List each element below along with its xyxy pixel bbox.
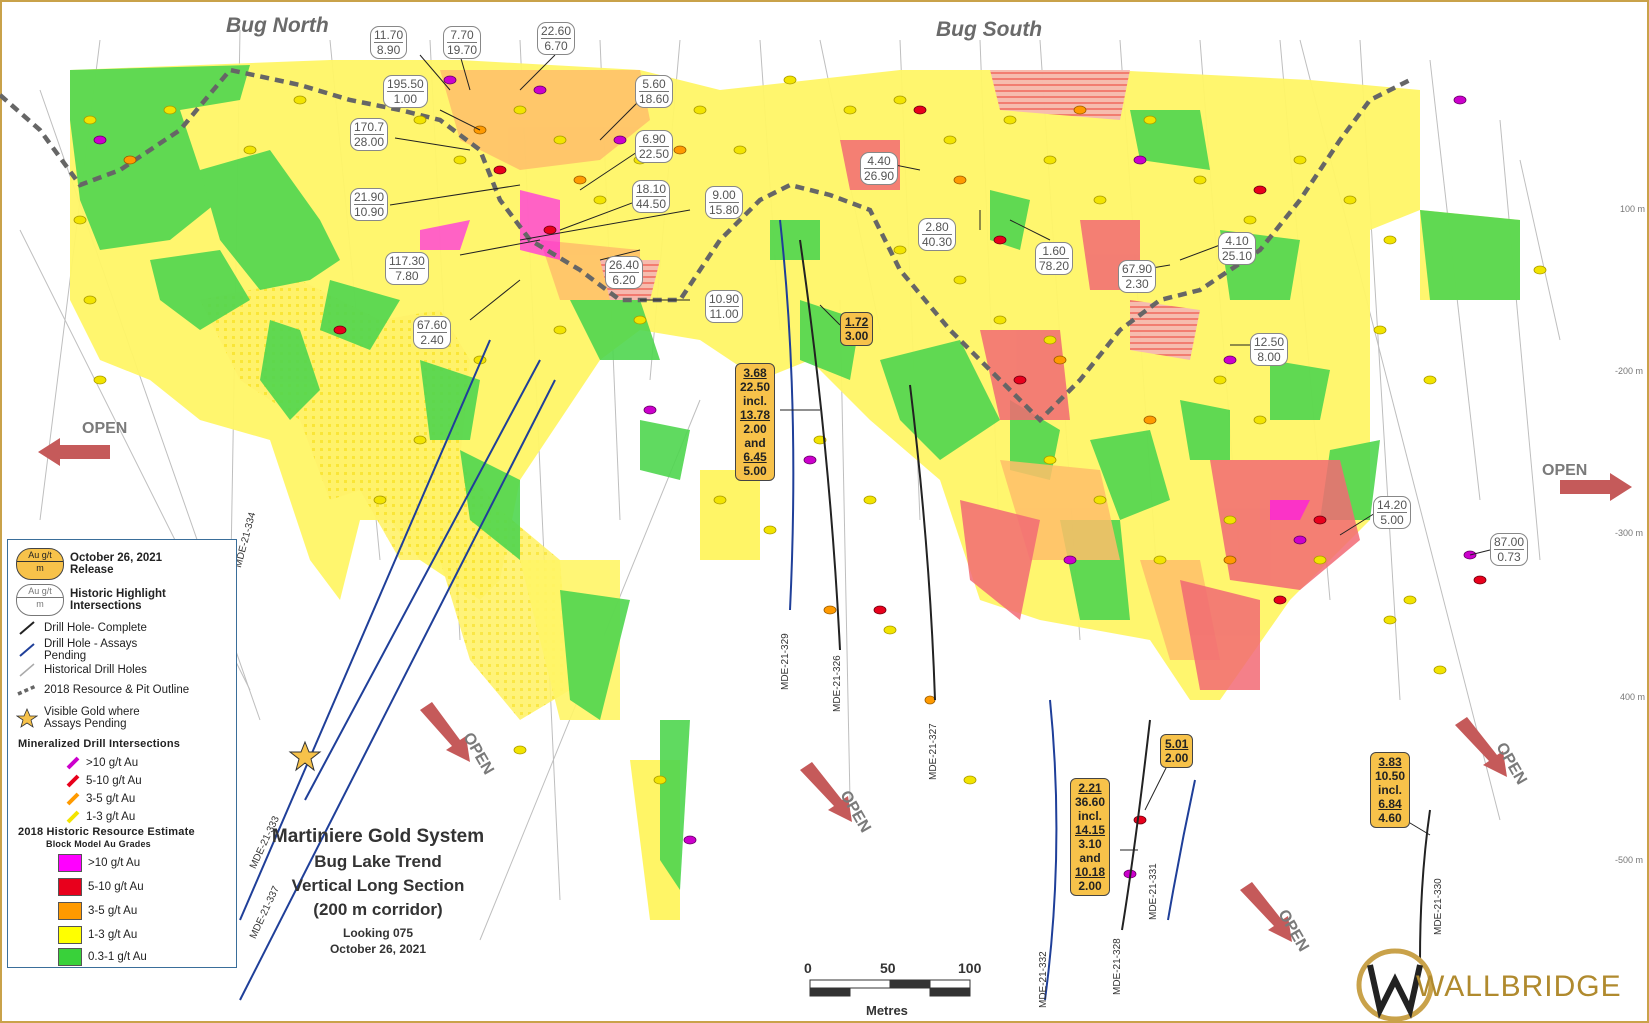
historic-highlight-label: 5.60 18.60 <box>635 75 674 108</box>
legend-resource-subtitle: Block Model Au Grades <box>46 839 151 849</box>
historic-highlight-label: 10.90 11.00 <box>705 290 744 323</box>
historic-highlight-label: 18.10 44.50 <box>632 180 671 213</box>
open-label: OPEN <box>82 420 128 437</box>
release-label: 5.01 2.00 <box>1160 734 1194 768</box>
historic-highlight-label: 195.50 1.00 <box>383 75 428 108</box>
elevation-label: -300 m <box>1615 528 1644 538</box>
historic-highlight-label: 22.60 6.70 <box>537 22 576 55</box>
release-icon: Au g/t m <box>16 548 64 580</box>
legend-mineralized-gt10: >10 g/t Au <box>66 756 138 770</box>
legend-mineralized-5-10: 5-10 g/t Au <box>66 774 142 788</box>
map-view-direction: Looking 075 <box>342 926 413 940</box>
scale-unit: Metres <box>866 1003 908 1018</box>
historic-highlight-label: 2.80 40.30 <box>918 218 957 251</box>
historic-highlight-label: 14.20 5.00 <box>1373 496 1412 529</box>
legend-grade-3-5: 3-5 g/t Au <box>58 902 137 920</box>
historic-highlight-label: 21.90 10.90 <box>350 188 389 221</box>
map-title: Martiniere Gold System <box>271 826 485 847</box>
historic-highlight-label: 11.70 8.90 <box>370 26 408 59</box>
map-subtitle-trend: Bug Lake Trend <box>314 852 442 871</box>
title-block: Martiniere Gold System Bug Lake Trend Ve… <box>258 826 498 956</box>
historic-highlight-label: 12.50 8.00 <box>1250 333 1289 366</box>
legend-historical-holes: Historical Drill Holes <box>16 662 147 678</box>
legend-drill-complete: Drill Hole- Complete <box>16 620 147 636</box>
elevation-label: 100 m <box>1620 204 1646 214</box>
drill-hole-label: MDE-21-326 <box>832 655 843 712</box>
historic-highlight-label: 170.7 28.00 <box>350 118 389 151</box>
heading-bug-north: Bug North <box>226 14 329 37</box>
historic-highlight-label: 87.00 0.73 <box>1490 533 1529 566</box>
legend-resource-outline: 2018 Resource & Pit Outline <box>16 682 189 698</box>
legend-drill-pending: Drill Hole - Assays Pending <box>16 638 164 662</box>
drill-hole-label: MDE-21-328 <box>1112 938 1123 995</box>
historic-highlight-label: 9.00 15.80 <box>705 186 744 219</box>
legend-mineralized-title: Mineralized Drill Intersections <box>18 738 181 750</box>
elevation-label: -200 m <box>1615 366 1644 376</box>
legend-grade-03-1: 0.3-1 g/t Au <box>58 948 147 966</box>
open-label: OPEN <box>1542 462 1588 479</box>
resource-block-model <box>70 60 1520 920</box>
release-label: 2.21 36.60 incl. 14.15 3.10 and 10.18 2.00 <box>1070 778 1111 896</box>
historic-highlight-label: 1.60 78.20 <box>1035 242 1074 275</box>
elevation-label: 400 m <box>1620 692 1646 702</box>
map-subtitle-corridor: (200 m corridor) <box>313 900 443 919</box>
historic-highlight-label: 4.10 25.10 <box>1218 232 1257 265</box>
heading-bug-south: Bug South <box>936 18 1043 41</box>
scale-tick-0: 0 <box>804 960 812 976</box>
legend-resource-title: 2018 Historic Resource Estimate <box>18 826 195 838</box>
drill-hole-label: MDE-21-329 <box>780 633 791 690</box>
elevation-label: -500 m <box>1615 855 1644 865</box>
legend-mineralized-1-3: 1-3 g/t Au <box>66 810 135 824</box>
drill-hole-label: MDE-21-331 <box>1148 863 1159 920</box>
historic-icon: Au g/t m <box>16 584 64 616</box>
historic-highlight-label: 26.40 6.20 <box>605 256 644 289</box>
map-date: October 26, 2021 <box>329 942 427 956</box>
release-label: 3.83 10.50 incl. 6.84 4.60 <box>1370 752 1411 828</box>
legend-grade-5-10: 5-10 g/t Au <box>58 878 144 896</box>
legend-grade-1-3: 1-3 g/t Au <box>58 926 137 944</box>
drill-hole-label: MDE-21-327 <box>928 723 939 780</box>
legend-historic: Au g/t m Historic Highlight Intersections <box>16 584 190 616</box>
historic-highlight-label: 7.70 19.70 <box>443 26 482 59</box>
scale-tick-100: 100 <box>958 960 982 976</box>
historic-highlight-label: 117.30 7.80 <box>385 252 429 285</box>
historic-highlight-label: 67.60 2.40 <box>413 316 452 349</box>
legend-grade-gt10: >10 g/t Au <box>58 854 140 872</box>
release-label: 3.68 22.50 incl. 13.78 2.00 and 6.45 5.00 <box>735 363 776 481</box>
map-subtitle-section: Vertical Long Section <box>291 876 465 895</box>
legend-release: Au g/t m October 26, 2021 Release <box>16 548 180 580</box>
scale-tick-50: 50 <box>880 960 896 976</box>
legend-visible-gold: Visible Gold where Assays Pending <box>16 706 174 730</box>
historic-highlight-label: 6.90 22.50 <box>635 130 674 163</box>
historic-highlight-label: 4.40 26.90 <box>860 152 899 185</box>
logo-wordmark: WALLBRIDGE <box>1416 970 1622 1003</box>
drill-hole-label: MDE-21-330 <box>1433 878 1444 935</box>
drill-hole-label: MDE-21-332 <box>1038 951 1049 1008</box>
release-label: 1.72 3.00 <box>840 312 874 346</box>
scale-bar-graphic <box>809 979 971 997</box>
legend: Au g/t m October 26, 2021 Release Au g/t m… <box>7 539 237 968</box>
historic-highlight-label: 67.90 2.30 <box>1118 260 1157 293</box>
legend-mineralized-3-5: 3-5 g/t Au <box>66 792 135 806</box>
